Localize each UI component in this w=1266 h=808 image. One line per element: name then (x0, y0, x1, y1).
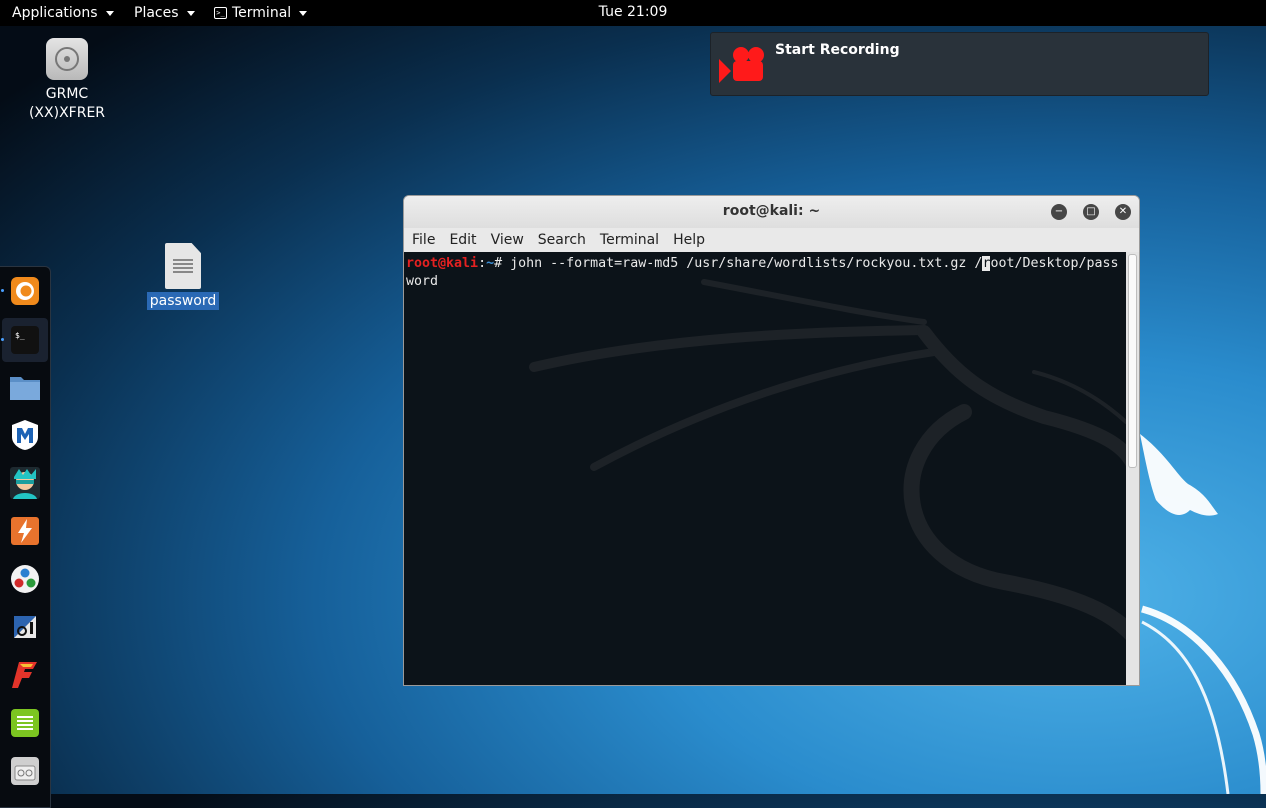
notification-title: Start Recording (775, 42, 900, 58)
drive-label-line2: (XX)XFRER (28, 105, 106, 121)
menu-file[interactable]: File (412, 232, 435, 248)
terminal-content[interactable]: root@kali:~# john --format=raw-md5 /usr/… (404, 252, 1126, 685)
dock-metasploit[interactable] (2, 413, 48, 457)
prompt-user: root@kali (406, 256, 479, 271)
minimize-button[interactable]: − (1051, 204, 1067, 220)
dock-firefox[interactable] (1, 269, 48, 313)
terminal-output: root@kali:~# john --format=raw-md5 /usr/… (406, 255, 1124, 291)
recording-notification[interactable]: Start Recording (710, 32, 1209, 96)
prompt-symbol: # (494, 256, 511, 271)
dock-maltego[interactable] (2, 557, 48, 601)
dock-armitage[interactable] (2, 461, 48, 505)
drive-desktop-icon[interactable]: GRMC (XX)XFRER (22, 38, 112, 123)
hard-drive-icon (46, 38, 88, 80)
dock-faraday[interactable] (2, 653, 48, 697)
terminal-menubar: File Edit View Search Terminal Help (404, 228, 1139, 253)
dock-terminal[interactable]: $_ (1, 318, 48, 362)
metasploit-icon (12, 420, 38, 450)
settings-icon (11, 757, 39, 785)
clock[interactable]: Tue 21:09 (0, 0, 1266, 26)
maximize-button[interactable]: □ (1083, 204, 1099, 220)
window-title: root@kali: ~ (722, 203, 821, 219)
burpsuite-icon (11, 517, 39, 545)
armitage-icon (10, 467, 40, 499)
password-file-desktop-icon[interactable]: password (146, 243, 220, 310)
dock-burpsuite[interactable] (2, 509, 48, 553)
top-panel: Applications Places >_ Terminal Tue 21:0… (0, 0, 1266, 26)
drive-label-line1: GRMC (45, 86, 89, 102)
window-titlebar[interactable]: root@kali: ~ − □ ✕ (404, 196, 1139, 228)
faraday-icon (12, 662, 37, 688)
text-file-icon (165, 243, 201, 289)
video-camera-icon (719, 47, 764, 83)
prompt-path: ~ (486, 256, 495, 271)
folder-icon (10, 377, 40, 400)
dock-files[interactable] (2, 365, 48, 409)
svg-text:$_: $_ (15, 331, 25, 340)
terminal-window[interactable]: root@kali: ~ − □ ✕ File Edit View Search… (403, 195, 1140, 686)
prompt-separator: : (478, 256, 487, 271)
menu-terminal[interactable]: Terminal (600, 232, 659, 248)
text-editor-icon (11, 709, 39, 737)
file-label: password (146, 292, 220, 310)
dock-leafpad[interactable] (2, 701, 48, 745)
kali-dragon-watermark (529, 279, 1126, 641)
dock: $_ (0, 266, 51, 808)
command-text: john --format=raw-md5 /usr/share/wordlis… (510, 256, 983, 271)
dock-beef[interactable] (2, 605, 48, 649)
firefox-icon (11, 277, 39, 305)
menu-edit[interactable]: Edit (449, 232, 476, 248)
kali-wallpaper-dragon (1140, 434, 1266, 794)
beef-icon (14, 616, 36, 638)
menu-search[interactable]: Search (538, 232, 586, 248)
maltego-icon (11, 565, 39, 593)
menu-view[interactable]: View (491, 232, 524, 248)
menu-help[interactable]: Help (673, 232, 705, 248)
terminal-icon: $_ (11, 326, 39, 354)
close-button[interactable]: ✕ (1115, 204, 1131, 220)
dock-settings[interactable] (2, 749, 48, 793)
